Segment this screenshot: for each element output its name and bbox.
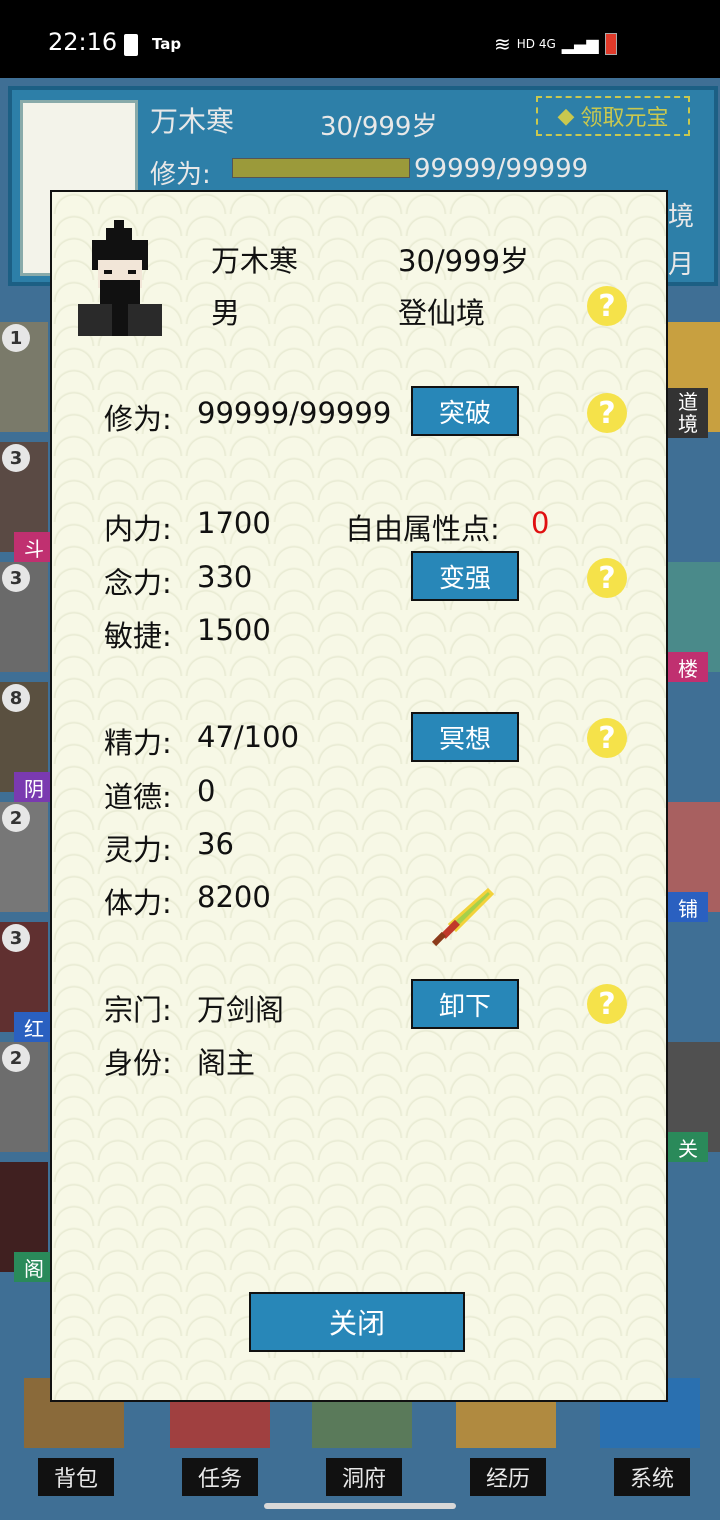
battery-icon [604,33,617,55]
battery-alert-icon [124,34,138,56]
sect-label: 宗门: [104,993,172,1027]
character-avatar [78,220,162,336]
tile-badge: 1 [2,324,30,352]
neili-value: 1700 [197,506,271,540]
nav-history[interactable]: 经历 [470,1458,546,1496]
tile-badge: 3 [2,924,30,952]
tili-label: 体力: [104,886,172,920]
player-age: 30/999岁 [320,112,438,142]
help-icon-cultivation[interactable]: ? [587,393,627,433]
tile-badge: 3 [2,444,30,472]
tile-badge: 2 [2,804,30,832]
lingli-label: 灵力: [104,833,172,867]
character-realm: 登仙境 [398,296,486,330]
help-icon-sect[interactable]: ? [587,984,627,1024]
tile-label: 道 境 [668,388,708,438]
daode-label: 道德: [104,780,172,814]
nav-cave[interactable]: 洞府 [326,1458,402,1496]
tile-label: 红 [14,1012,54,1042]
identity-value: 阁主 [197,1046,256,1080]
cultivation-value: 99999/99999 [414,154,589,184]
free-points-value: 0 [531,506,550,540]
tile-badge: 3 [2,564,30,592]
character-age: 30/999岁 [398,244,530,278]
ingot-icon: ◆ [557,103,575,129]
character-name: 万木寒 [211,244,299,278]
minjie-label: 敏捷: [104,619,172,653]
sect-value: 万剑阁 [197,993,285,1027]
tile-label: 楼 [668,652,708,682]
nianli-label: 念力: [104,566,172,600]
month-fragment: 月 [668,250,695,280]
tile-label: 斗 [14,532,54,562]
wifi-icon: ≋ [494,32,511,56]
cultivation-progress-bar [232,158,410,178]
nav-system[interactable]: 系统 [614,1458,690,1496]
jingli-label: 精力: [104,726,172,760]
help-icon-attributes[interactable]: ? [587,558,627,598]
signal-icon: ▂▄▆ [561,34,599,54]
unequip-button[interactable]: 卸下 [411,979,519,1029]
neili-label: 内力: [104,512,172,546]
minjie-value: 1500 [197,613,271,647]
sword-icon[interactable] [426,886,496,954]
free-points-label: 自由属性点: [345,512,500,546]
status-icons: ≋ HD 4G ▂▄▆ [494,32,617,56]
cultivation-label: 修为: [104,402,172,436]
close-button[interactable]: 关闭 [249,1292,465,1352]
meditate-button[interactable]: 冥想 [411,712,519,762]
clock: 22:16 [48,28,118,56]
nav-backpack[interactable]: 背包 [38,1458,114,1496]
claim-ingot-button[interactable]: ◆ 领取元宝 [536,96,690,136]
realm-fragment: 境 [668,202,695,232]
tili-value: 8200 [197,880,271,914]
jingli-value: 47/100 [197,720,300,754]
tile-label: 铺 [668,892,708,922]
status-bar: 22:16 Tap ≋ HD 4G ▂▄▆ [0,0,720,78]
nav-tasks[interactable]: 任务 [182,1458,258,1496]
help-icon-realm[interactable]: ? [587,286,627,326]
cultivation-label: 修为: [150,160,211,190]
tile-label: 阴 [14,772,54,802]
daode-value: 0 [197,774,216,808]
tile-badge: 2 [2,1044,30,1072]
tile-badge: 8 [2,684,30,712]
player-name: 万木寒 [150,105,235,138]
breakthrough-button[interactable]: 突破 [411,386,519,436]
help-icon-energy[interactable]: ? [587,718,627,758]
tile-label: 关 [668,1132,708,1162]
nianli-value: 330 [197,560,253,594]
identity-label: 身份: [104,1046,172,1080]
tile-label: 阁 [14,1252,54,1282]
app-notification-label: Tap [152,35,182,53]
home-indicator[interactable] [264,1503,456,1509]
cultivation-value: 99999/99999 [197,396,392,430]
lingli-value: 36 [197,827,234,861]
character-gender: 男 [211,296,241,330]
network-label: HD 4G [516,37,556,51]
strengthen-button[interactable]: 变强 [411,551,519,601]
